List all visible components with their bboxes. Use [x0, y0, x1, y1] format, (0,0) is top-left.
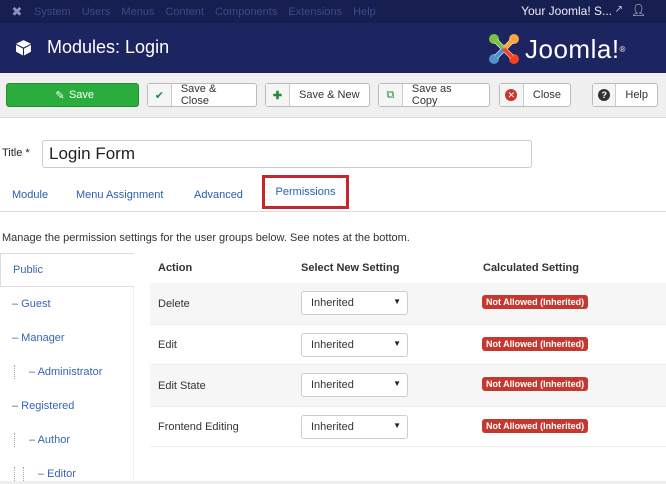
page-header: Modules: Login Joomla! ® [0, 23, 666, 73]
setting-select[interactable]: Inherited ▼ [301, 415, 408, 439]
permission-row-edit: Edit Inherited ▼ Not Allowed (Inherited) [150, 324, 666, 365]
help-icon: ? [593, 84, 617, 106]
save-new-button[interactable]: ✚ Save & New [265, 83, 370, 107]
edit-icon: ✎ [55, 89, 65, 102]
caret-down-icon: ▼ [393, 421, 401, 430]
joomla-logo-icon[interactable]: ✖ [0, 4, 34, 20]
toolbar: ✎ Save ✔ Save & Close ✚ Save & New ⧉ Sav… [0, 73, 666, 118]
menu-extensions[interactable]: Extensions [288, 6, 342, 18]
joomla-brand-icon [489, 34, 519, 64]
menu-help[interactable]: Help [353, 6, 376, 18]
tree-line [14, 433, 15, 447]
menu-components[interactable]: Components [215, 6, 277, 18]
external-link-icon[interactable]: ↗ [615, 4, 623, 15]
group-label: – Guest [12, 298, 51, 310]
action-label: Delete [158, 297, 190, 310]
group-guest[interactable]: – Guest [0, 287, 134, 321]
user-groups-list: Public – Guest – Manager – Administrator… [0, 253, 134, 484]
tab-advanced[interactable]: Advanced [194, 189, 243, 201]
setting-select[interactable]: Inherited ▼ [301, 291, 408, 315]
joomla-wordmark: Joomla! [525, 33, 620, 64]
action-label: Frontend Editing [158, 420, 239, 433]
menu-users[interactable]: Users [82, 6, 111, 18]
setting-value: Inherited [311, 339, 354, 351]
help-button[interactable]: ? Help [592, 83, 658, 107]
close-label: Close [532, 89, 561, 101]
group-label: – Registered [12, 400, 75, 412]
registered-mark: ® [619, 44, 626, 54]
caret-down-icon: ▼ [393, 379, 401, 388]
save-button[interactable]: ✎ Save [6, 83, 139, 107]
calculated-badge: Not Allowed (Inherited) [482, 377, 589, 391]
save-label: Save [68, 89, 95, 101]
caret-down-icon: ▼ [393, 297, 401, 306]
save-close-button[interactable]: ✔ Save & Close [147, 83, 257, 107]
menu-menus[interactable]: Menus [121, 6, 154, 18]
group-registered[interactable]: – Registered [0, 389, 134, 423]
group-author[interactable]: – Author [0, 423, 134, 457]
tab-permissions[interactable]: Permissions [262, 175, 349, 209]
help-label: Help [625, 89, 648, 101]
group-public[interactable]: Public [0, 253, 134, 287]
caret-down-icon: ▼ [393, 339, 401, 348]
tree-line [14, 365, 15, 379]
tab-permissions-label: Permissions [275, 186, 336, 198]
calculated-badge: Not Allowed (Inherited) [482, 295, 589, 309]
cube-icon [16, 40, 31, 56]
close-button[interactable]: ✕ Close [499, 83, 571, 107]
setting-value: Inherited [311, 379, 354, 391]
group-label: – Administrator [29, 366, 103, 378]
permission-row-delete: Delete Inherited ▼ Not Allowed (Inherite… [150, 283, 666, 324]
setting-value: Inherited [311, 421, 354, 433]
menu-content[interactable]: Content [165, 6, 204, 18]
menu-system[interactable]: System [34, 6, 71, 18]
action-label: Edit [158, 338, 177, 351]
plus-icon: ✚ [266, 84, 290, 106]
tree-line [23, 467, 24, 481]
calculated-badge: Not Allowed (Inherited) [482, 337, 589, 351]
calculated-badge: Not Allowed (Inherited) [482, 419, 589, 433]
group-label: Public [13, 264, 43, 276]
copy-icon: ⧉ [379, 84, 403, 106]
save-new-label: Save & New [299, 89, 360, 101]
group-editor[interactable]: – Editor [0, 457, 134, 484]
header-select-setting: Select New Setting [301, 262, 400, 274]
top-menu-bar: ✖ System Users Menus Content Components … [0, 0, 666, 23]
tab-bar: Module Menu Assignment Advanced Permissi… [0, 175, 666, 212]
group-administrator[interactable]: – Administrator [0, 355, 134, 389]
setting-value: Inherited [311, 297, 354, 309]
title-input[interactable]: Login Form [42, 140, 532, 168]
page-title: Modules: Login [47, 37, 170, 57]
save-copy-label: Save as Copy [411, 83, 452, 107]
user-icon[interactable]: 👤︎ [631, 3, 646, 17]
header-action: Action [158, 262, 193, 274]
setting-select[interactable]: Inherited ▼ [301, 333, 408, 357]
site-link[interactable]: Your Joomla! S... [521, 4, 612, 18]
group-label: – Manager [12, 332, 65, 344]
check-icon: ✔ [148, 84, 172, 106]
admin-menu: System Users Menus Content Components Ex… [34, 6, 387, 18]
group-manager[interactable]: – Manager [0, 321, 134, 355]
title-label: Title * [2, 147, 30, 159]
joomla-brand: Joomla! ® [487, 32, 625, 66]
permission-row-frontend-editing: Frontend Editing Inherited ▼ Not Allowed… [150, 406, 666, 447]
close-icon: ✕ [500, 84, 524, 106]
action-label: Edit State [158, 379, 206, 392]
group-label: – Editor [38, 468, 76, 480]
tab-module[interactable]: Module [12, 189, 48, 201]
intro-text: Manage the permission settings for the u… [2, 232, 410, 244]
header-calculated-setting: Calculated Setting [483, 262, 579, 274]
save-copy-button[interactable]: ⧉ Save as Copy [378, 83, 490, 107]
tree-line [14, 467, 15, 481]
save-close-label: Save & Close [180, 83, 217, 107]
tab-menu-assignment[interactable]: Menu Assignment [76, 189, 163, 201]
setting-select[interactable]: Inherited ▼ [301, 373, 408, 397]
group-label: – Author [29, 434, 70, 446]
permission-row-edit-state: Edit State Inherited ▼ Not Allowed (Inhe… [150, 365, 666, 406]
